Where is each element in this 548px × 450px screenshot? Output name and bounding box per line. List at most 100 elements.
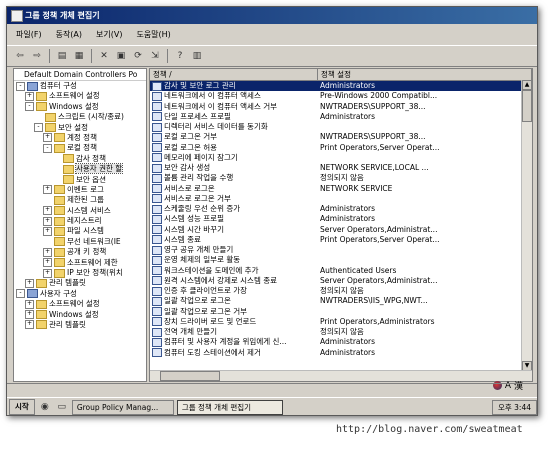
export-icon[interactable]: ⇲ [148, 49, 162, 63]
list-row[interactable]: 인증 후 클라이언트로 가장 정의되지 않음 [150, 286, 532, 296]
tree-node[interactable]: 제한된 그룹 [14, 195, 146, 205]
tree-node[interactable]: 감사 정책 [14, 154, 146, 164]
vertical-scrollbar[interactable]: ▲ ▼ [521, 80, 532, 371]
list-row[interactable]: 볼륨 관리 작업을 수행 정의되지 않음 [150, 173, 532, 183]
tree-node[interactable]: + 이벤트 로그 [14, 185, 146, 195]
collapse-icon[interactable]: - [43, 143, 52, 153]
expand-icon[interactable]: + [43, 268, 52, 278]
expand-icon[interactable]: + [43, 258, 52, 268]
list-row[interactable]: 원격 시스템에서 강제로 시스템 종료 Server Operators,Admi… [150, 276, 532, 286]
view-icon[interactable]: ▥ [190, 49, 204, 63]
policy-list[interactable]: 정책 / 정책 설정 감사 및 보안 로그 관리 Administrators 네트… [149, 68, 533, 382]
column-policy[interactable]: 정책 / [150, 69, 318, 80]
list-row[interactable]: 일괄 작업으로 로그온 NWTRADERS\IIS_WPG,NWT... [150, 296, 532, 306]
policy-setting: NWTRADERS\SUPPORT_38... [320, 132, 426, 142]
list-row[interactable]: 컴퓨터 및 사용자 계정을 위임에게 신... Administrators [150, 337, 532, 347]
quicklaunch-ie-icon[interactable]: ◉ [38, 400, 52, 414]
tree-node[interactable]: + 소프트웨어 설정 [14, 91, 146, 101]
tree-node[interactable]: + 공개 키 정책 [14, 247, 146, 257]
tree-node[interactable]: + 소프트웨어 설정 [14, 299, 146, 309]
list-row[interactable]: 감사 및 보안 로그 관리 Administrators [150, 81, 532, 92]
list-row[interactable]: 시스템 성능 프로필 Administrators [150, 214, 532, 224]
list-row[interactable]: 일괄 작업으로 로그온 거부 [150, 307, 532, 317]
back-icon[interactable]: ⇦ [13, 49, 27, 63]
refresh-icon[interactable]: ⟳ [131, 49, 145, 63]
list-row[interactable]: 보안 감사 생성 NETWORK SERVICE,LOCAL ... [150, 163, 532, 173]
list-row[interactable]: 서비스로 로그온 거부 [150, 194, 532, 204]
start-button[interactable]: 시작 [9, 399, 35, 415]
scroll-thumb[interactable] [522, 90, 532, 122]
collapse-icon[interactable]: - [16, 81, 25, 91]
list-row[interactable]: 메모리에 페이지 잠그기 [150, 153, 532, 163]
properties-icon[interactable]: ▣ [114, 49, 128, 63]
expand-icon[interactable]: + [25, 299, 34, 309]
list-row[interactable]: 로컬 로그온 허용 Print Operators,Server Operat..… [150, 143, 532, 153]
expand-icon[interactable]: + [25, 91, 34, 101]
list-row[interactable]: 디렉터리 서비스 데이터를 동기화 [150, 122, 532, 132]
tree-node[interactable]: - Windows 설정 [14, 102, 146, 112]
tree-node[interactable]: - 컴퓨터 구성 [14, 81, 146, 91]
tree-node[interactable]: 보안 옵션 [14, 175, 146, 185]
list-row[interactable]: 스케줄링 우선 순위 증가 Administrators [150, 204, 532, 214]
tree-node[interactable]: - 로컬 정책 [14, 143, 146, 153]
collapse-icon[interactable]: - [16, 289, 25, 299]
expand-icon[interactable]: + [43, 133, 52, 143]
list-row[interactable]: 로컬 로그온 거부 NWTRADERS\SUPPORT_38... [150, 132, 532, 142]
collapse-icon[interactable]: - [25, 102, 34, 112]
taskbar-item-gpo-editor[interactable]: 그룹 정책 개체 편집기 [176, 399, 283, 415]
list-row[interactable]: 컴퓨터 도킹 스테이션에서 제거 Administrators [150, 348, 532, 358]
expand-icon[interactable]: + [25, 320, 34, 330]
tree-node[interactable]: 사용자 권한 할 [14, 163, 146, 175]
list-row[interactable]: 영구 공유 개체 만들기 [150, 245, 532, 255]
tree-node[interactable]: + IP 보안 정책(위치 [14, 268, 146, 278]
list-row[interactable]: 서비스로 로그온 NETWORK SERVICE [150, 184, 532, 194]
console-tree[interactable]: Default Domain Controllers Po - 컴퓨터 구성 + 소프… [13, 68, 147, 382]
horizontal-scrollbar[interactable] [150, 370, 532, 381]
tree-node[interactable]: + Windows 설정 [14, 310, 146, 320]
list-row[interactable]: 장치 드라이버 로드 및 언로드 Print Operators,Administ… [150, 317, 532, 327]
expand-icon[interactable]: + [25, 310, 34, 320]
column-setting[interactable]: 정책 설정 [318, 69, 532, 80]
list-row[interactable]: 전역 개체 만들기 정의되지 않음 [150, 327, 532, 337]
tree-node[interactable]: - 사용자 구성 [14, 289, 146, 299]
tree-node[interactable]: - 보안 설정 [14, 123, 146, 133]
expand-icon[interactable]: + [43, 206, 52, 216]
help-icon[interactable]: ? [173, 49, 187, 63]
list-row[interactable]: 네트워크에서 이 컴퓨터 액세스 거부 NWTRADERS\SUPPORT_38.… [150, 102, 532, 112]
list-row[interactable]: 시스템 종료 Print Operators,Server Operat... [150, 235, 532, 245]
menu-action[interactable]: 동작(A) [53, 28, 85, 41]
tree-node[interactable]: + 소프트웨어 제한 [14, 258, 146, 268]
tree-node[interactable]: + 레지스트리 [14, 216, 146, 226]
list-row[interactable]: 워크스테이션을 도메인에 추가 Authenticated Users [150, 266, 532, 276]
taskbar-item-gpmc[interactable]: Group Policy Manag... [71, 399, 174, 415]
tree-node[interactable]: 스크립트 (시작/종료) [14, 112, 146, 122]
expand-icon[interactable]: + [43, 247, 52, 257]
collapse-icon[interactable]: - [34, 123, 43, 133]
delete-icon[interactable]: ✕ [97, 49, 111, 63]
scroll-up-icon[interactable]: ▲ [522, 80, 532, 90]
forward-icon[interactable]: ⇨ [30, 49, 44, 63]
menu-view[interactable]: 보기(V) [93, 28, 125, 41]
tree-node[interactable]: + 파일 시스템 [14, 226, 146, 236]
up-icon[interactable]: ▤ [55, 49, 69, 63]
expand-icon[interactable]: + [25, 278, 34, 288]
list-row[interactable]: 시스템 시간 바꾸기 Server Operators,Administrat..… [150, 225, 532, 235]
show-tree-icon[interactable]: ▦ [72, 49, 86, 63]
menu-file[interactable]: 파일(F) [13, 28, 45, 41]
tree-node[interactable]: + 관리 템플릿 [14, 320, 146, 330]
tree-node[interactable]: 무선 네트워크(IE [14, 237, 146, 247]
expand-icon[interactable]: + [43, 185, 52, 195]
list-row[interactable]: 운영 체제의 일부로 활동 [150, 255, 532, 265]
quicklaunch-desktop-icon[interactable]: ▭ [55, 400, 69, 414]
list-row[interactable]: 단일 프로세스 프로필 Administrators [150, 112, 532, 122]
hscroll-thumb[interactable] [160, 371, 220, 381]
menu-help[interactable]: 도움말(H) [133, 28, 173, 41]
tree-node[interactable]: + 관리 템플릿 [14, 278, 146, 288]
expand-icon[interactable]: + [43, 226, 52, 236]
tree-node[interactable]: + 계정 정책 [14, 133, 146, 143]
tree-node[interactable]: + 시스템 서비스 [14, 206, 146, 216]
title-bar[interactable]: 그룹 정책 개체 편집기 [7, 7, 537, 24]
expand-icon[interactable]: + [43, 216, 52, 226]
list-row[interactable]: 네트워크에서 이 컴퓨터 액세스 Pre-Windows 2000 Compati… [150, 91, 532, 101]
tree-root[interactable]: Default Domain Controllers Po [14, 69, 146, 81]
